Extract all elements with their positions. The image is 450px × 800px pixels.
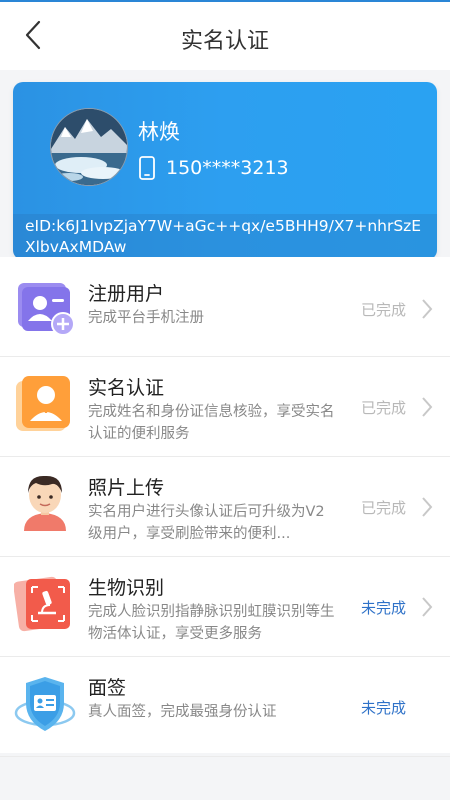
item-title: 注册用户: [88, 283, 165, 305]
list-item-real-name[interactable]: 实名认证 完成姓名和身份证信息核验，享受实名认证的便利服务 已完成: [0, 357, 450, 457]
top-bar: 实名认证: [0, 0, 450, 70]
item-desc: 完成姓名和身份证信息核验，享受实名认证的便利服务: [88, 404, 335, 442]
item-desc: 真人面签，完成最强身份认证: [88, 704, 277, 720]
photo-upload-icon: [24, 475, 66, 531]
chevron-right-icon: [422, 299, 433, 319]
real-name-icon: [16, 376, 70, 431]
chevron-right-icon: [422, 497, 433, 517]
avatar-landscape-image: [51, 109, 127, 185]
item-title: 照片上传: [88, 477, 165, 499]
phone-row: 150****3213: [138, 154, 289, 182]
item-title: 生物识别: [88, 577, 165, 599]
status-badge: 未完成: [360, 699, 406, 717]
item-desc: 完成平台手机注册: [88, 310, 204, 326]
phone-icon: [138, 156, 158, 180]
list-item-biometric[interactable]: 生物识别 完成人脸识别指静脉识别虹膜识别等生物活体认证，享受更多服务 未完成: [0, 557, 450, 657]
status-badge: 已完成: [360, 399, 406, 417]
chevron-right-icon: [422, 397, 433, 417]
status-badge: 已完成: [360, 301, 406, 319]
register-user-icon: [18, 283, 75, 336]
item-title: 实名认证: [88, 377, 165, 399]
avatar[interactable]: [50, 108, 128, 186]
phone-number: 150****3213: [166, 157, 289, 179]
biometric-icon: [14, 576, 70, 632]
eid-code: eID:k6J1IvpZjaY7W+aGc++qx/e5BHH9/X7+nhrS…: [13, 214, 437, 260]
status-badge: 已完成: [360, 499, 406, 517]
item-title: 面签: [88, 677, 127, 699]
item-desc: 完成人脸识别指静脉识别虹膜识别等生物活体认证，享受更多服务: [88, 604, 335, 642]
user-name: 林焕: [138, 120, 180, 144]
list-item-photo-upload[interactable]: 照片上传 实名用户进行头像认证后可升级为V2级用户，享受刷脸带来的便利... 已…: [0, 457, 450, 557]
verification-list: 注册用户 完成平台手机注册 已完成 实名认证 完成姓名和身份证信息核验，享受实名…: [0, 257, 450, 757]
page-title: 实名认证: [180, 29, 269, 54]
list-item-register[interactable]: 注册用户 完成平台手机注册 已完成: [0, 257, 450, 357]
profile-card: 林焕 150****3213 eID:k6J1IvpZjaY7W+aGc++qx…: [13, 82, 437, 260]
item-desc: 实名用户进行头像认证后可升级为V2级用户，享受刷脸带来的便利...: [88, 504, 325, 542]
list-item-face-sign[interactable]: 面签 真人面签，完成最强身份认证 未完成: [0, 657, 450, 757]
chevron-right-icon: [422, 597, 433, 617]
status-badge: 未完成: [360, 599, 406, 617]
face-sign-icon: [14, 677, 76, 731]
